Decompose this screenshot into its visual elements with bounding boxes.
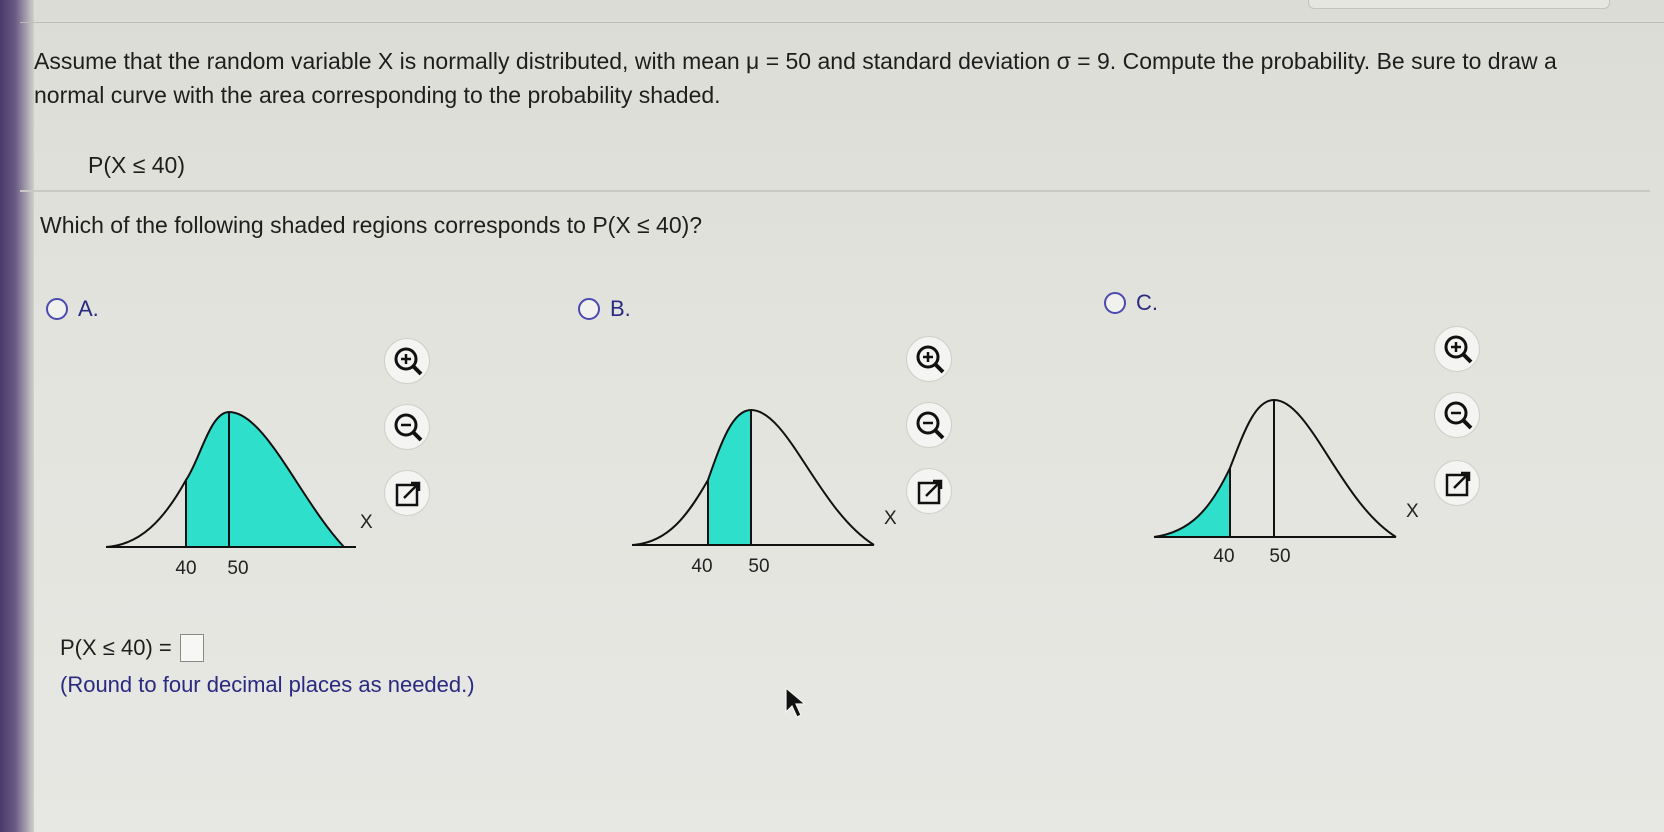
zoom-in-icon	[916, 345, 945, 374]
zoom-in-icon	[394, 347, 423, 376]
radio-option-a[interactable]	[46, 298, 68, 320]
problem-statement: Assume that the random variable X is nor…	[34, 48, 1557, 108]
normal-curve	[631, 408, 875, 546]
popout-button-a[interactable]	[384, 470, 430, 516]
zoom-out-button-c[interactable]	[1434, 392, 1480, 438]
answer-row: P(X ≤ 40) =	[60, 634, 204, 662]
zoom-in-button-c[interactable]	[1434, 326, 1480, 372]
option-a-label: A.	[78, 296, 99, 321]
popout-icon	[917, 479, 943, 505]
tick-label-50: 50	[748, 556, 769, 577]
axis-label-x: X	[1406, 501, 1419, 522]
option-a[interactable]: A.	[46, 296, 99, 322]
shaded-region	[1154, 468, 1230, 537]
axis-label-x: X	[360, 512, 373, 533]
tick-label-40: 40	[1213, 546, 1234, 567]
mouse-cursor-icon	[785, 686, 807, 718]
option-c-label: C.	[1136, 290, 1158, 315]
option-b[interactable]: B.	[578, 296, 631, 322]
probability-expression: P(X ≤ 40)	[88, 152, 185, 178]
graph-option-c: 40 50 X	[1153, 398, 1419, 567]
tick-label-40: 40	[175, 558, 196, 579]
top-tab	[1308, 0, 1610, 9]
axis-label-x: X	[884, 508, 897, 529]
top-divider	[20, 22, 1664, 23]
zoom-out-icon	[916, 411, 945, 440]
tick-label-40: 40	[691, 556, 712, 577]
popout-icon	[1445, 471, 1471, 497]
zoom-out-icon	[394, 413, 423, 442]
zoom-out-icon	[1444, 401, 1473, 430]
question-text: Which of the following shaded regions co…	[40, 212, 703, 238]
rounding-note: (Round to four decimal places as needed.…	[60, 672, 475, 697]
popout-icon	[395, 481, 421, 507]
zoom-in-icon	[1444, 335, 1473, 364]
graph-option-b: 40 50 X	[631, 408, 897, 577]
option-b-label: B.	[610, 296, 631, 321]
popout-button-c[interactable]	[1434, 460, 1480, 506]
section-divider	[20, 190, 1650, 192]
radio-option-b[interactable]	[578, 298, 600, 320]
option-c[interactable]: C.	[1104, 290, 1158, 316]
tick-label-50: 50	[1269, 546, 1290, 567]
shaded-region	[708, 410, 751, 545]
zoom-in-button-a[interactable]	[384, 338, 430, 384]
screen-edge	[0, 0, 34, 832]
answer-prompt: P(X ≤ 40) =	[60, 635, 172, 660]
zoom-in-button-b[interactable]	[906, 336, 952, 382]
popout-button-b[interactable]	[906, 468, 952, 514]
zoom-out-button-b[interactable]	[906, 402, 952, 448]
zoom-out-button-a[interactable]	[384, 404, 430, 450]
answer-input[interactable]	[179, 634, 204, 662]
graph-option-a: 40 50 X	[105, 410, 373, 579]
radio-option-c[interactable]	[1104, 292, 1126, 314]
tick-label-50: 50	[227, 558, 248, 579]
page: Assume that the random variable X is nor…	[0, 0, 1664, 832]
